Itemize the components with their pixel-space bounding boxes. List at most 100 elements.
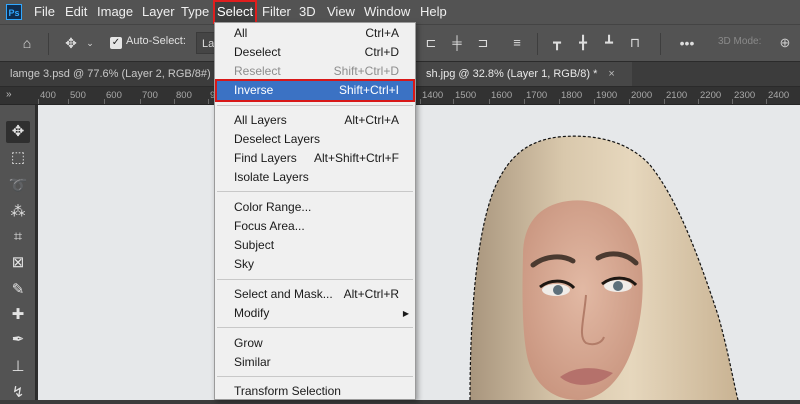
ruler-tick: 2200 bbox=[700, 90, 722, 101]
align-right-icon[interactable]: ⊐ bbox=[474, 33, 492, 53]
menu-item-subject[interactable]: Subject bbox=[217, 236, 413, 255]
menu-item-shortcut: Shift+Ctrl+D bbox=[333, 64, 399, 78]
menu-item-shortcut: Ctrl+D bbox=[364, 45, 399, 59]
move-tool-icon[interactable]: ✥ bbox=[6, 121, 30, 143]
menu-item-label: Find Layers bbox=[234, 151, 297, 165]
divider bbox=[660, 33, 661, 55]
distribute-vertical-icon[interactable]: ⊓ bbox=[626, 33, 644, 53]
healing-brush-tool-icon[interactable]: ✚ bbox=[6, 304, 30, 326]
ruler-tick: 1800 bbox=[561, 90, 583, 101]
menu-item-transform-selection[interactable]: Transform Selection bbox=[217, 382, 413, 401]
ruler-tick: 800 bbox=[176, 90, 192, 101]
submenu-arrow-icon: ▶ bbox=[402, 309, 409, 318]
menu-separator bbox=[217, 105, 413, 106]
menu-item-inverse[interactable]: Inverse Shift+Ctrl+I bbox=[215, 79, 415, 102]
ruler-tick: 1400 bbox=[422, 90, 444, 101]
distribute-icon[interactable]: ≡ bbox=[508, 33, 526, 53]
menu-filter[interactable]: Filter bbox=[258, 0, 295, 24]
menu-3d[interactable]: 3D bbox=[295, 0, 320, 24]
auto-select-checkbox[interactable]: ✓ bbox=[110, 37, 122, 49]
menu-item-sky[interactable]: Sky bbox=[217, 255, 413, 274]
frame-tool-icon[interactable]: ⊠ bbox=[6, 252, 30, 274]
tools-panel: ✥ ⬚ ➰ ⁂ ⌗ ⊠ ✎ ✚ ✒ ⊥ ↯ bbox=[0, 105, 36, 401]
history-brush-tool-icon[interactable]: ↯ bbox=[6, 382, 30, 404]
menu-item-label: Grow bbox=[234, 336, 263, 350]
menu-item-deselect[interactable]: Deselect Ctrl+D bbox=[217, 43, 413, 62]
menu-item-label: Sky bbox=[234, 257, 255, 271]
menu-item-all[interactable]: All Ctrl+A bbox=[217, 24, 413, 43]
menu-edit[interactable]: Edit bbox=[61, 0, 91, 24]
eyedropper-tool-icon[interactable]: ✎ bbox=[6, 279, 30, 301]
move-icon[interactable]: ✥ bbox=[60, 33, 82, 53]
document-canvas[interactable] bbox=[38, 105, 800, 400]
align-center-icon[interactable]: ╪ bbox=[448, 33, 466, 53]
photoshop-logo: Ps bbox=[6, 4, 22, 20]
tab-document-1[interactable]: lamge 3.psd @ 77.6% (Layer 2, RGB/8#) bbox=[0, 62, 224, 86]
ruler-tick: 2000 bbox=[631, 90, 653, 101]
menu-layer[interactable]: Layer bbox=[138, 0, 179, 24]
menu-item-isolate-layers[interactable]: Isolate Layers bbox=[217, 168, 413, 187]
menu-select[interactable]: Select bbox=[213, 0, 258, 24]
menu-window[interactable]: Window bbox=[360, 0, 414, 24]
menu-item-label: Isolate Layers bbox=[234, 170, 309, 184]
ruler-tick: 1600 bbox=[491, 90, 513, 101]
ruler-mark bbox=[664, 99, 665, 104]
ruler-tick: 400 bbox=[40, 90, 56, 101]
menu-item-all-layers[interactable]: All Layers Alt+Ctrl+A bbox=[217, 111, 413, 130]
menu-item-label: All bbox=[234, 26, 248, 40]
lasso-tool-icon[interactable]: ➰ bbox=[6, 175, 30, 197]
menu-separator bbox=[217, 376, 413, 377]
chevron-down-icon[interactable]: ⌄ bbox=[84, 33, 96, 53]
menu-item-modify[interactable]: Modify ▶ bbox=[217, 304, 413, 323]
divider bbox=[48, 33, 49, 55]
ruler-tick: 1900 bbox=[596, 90, 618, 101]
tab-document-2[interactable]: sh.jpg @ 32.8% (Layer 1, RGB/8) * × bbox=[416, 62, 632, 86]
menu-item-shortcut: Alt+Ctrl+R bbox=[343, 287, 399, 301]
marquee-tool-icon[interactable]: ⬚ bbox=[6, 147, 30, 169]
menu-item-label: Focus Area... bbox=[234, 219, 305, 233]
menu-item-grow[interactable]: Grow bbox=[217, 334, 413, 353]
tab-label: lamge 3.psd @ 77.6% (Layer 2, RGB/8#) bbox=[10, 68, 211, 80]
menu-help[interactable]: Help bbox=[416, 0, 451, 24]
menu-item-shortcut: Alt+Shift+Ctrl+F bbox=[313, 151, 399, 165]
menu-item-label: Color Range... bbox=[234, 200, 312, 214]
menu-separator bbox=[217, 191, 413, 192]
panel-expand-icon[interactable]: » bbox=[6, 89, 12, 100]
align-middle-icon[interactable]: ╋ bbox=[574, 33, 592, 53]
menu-image[interactable]: Image bbox=[93, 0, 137, 24]
3d-orbit-icon[interactable]: ⊕ bbox=[774, 33, 796, 53]
ruler-tick: 2400 bbox=[768, 90, 790, 101]
menu-item-select-and-mask[interactable]: Select and Mask... Alt+Ctrl+R bbox=[217, 285, 413, 304]
menu-type[interactable]: Type bbox=[177, 0, 213, 24]
menu-item-label: Select and Mask... bbox=[234, 287, 333, 301]
align-bottom-icon[interactable]: ┻ bbox=[600, 33, 618, 53]
ruler-tick: 1700 bbox=[526, 90, 548, 101]
menu-item-focus-area[interactable]: Focus Area... bbox=[217, 217, 413, 236]
align-top-icon[interactable]: ┳ bbox=[548, 33, 566, 53]
crop-tool-icon[interactable]: ⌗ bbox=[6, 226, 30, 248]
menu-view[interactable]: View bbox=[323, 0, 359, 24]
ruler-mark bbox=[559, 99, 560, 104]
ruler-mark bbox=[594, 99, 595, 104]
ruler-tick: 700 bbox=[142, 90, 158, 101]
ruler-mark bbox=[140, 99, 141, 104]
ruler-mark bbox=[524, 99, 525, 104]
menu-separator bbox=[217, 279, 413, 280]
menu-item-label: Inverse bbox=[234, 83, 274, 97]
menu-file[interactable]: File bbox=[30, 0, 59, 24]
menu-item-similar[interactable]: Similar bbox=[217, 353, 413, 372]
menu-item-deselect-layers[interactable]: Deselect Layers bbox=[217, 130, 413, 149]
ruler-mark bbox=[629, 99, 630, 104]
menu-item-color-range[interactable]: Color Range... bbox=[217, 198, 413, 217]
close-icon[interactable]: × bbox=[608, 68, 614, 80]
menu-item-find-layers[interactable]: Find Layers Alt+Shift+Ctrl+F bbox=[217, 149, 413, 168]
magic-wand-tool-icon[interactable]: ⁂ bbox=[6, 201, 30, 223]
clone-stamp-tool-icon[interactable]: ⊥ bbox=[6, 356, 30, 378]
ruler-tick: 1500 bbox=[455, 90, 477, 101]
ruler-mark bbox=[208, 99, 209, 104]
ruler-tick: 500 bbox=[70, 90, 86, 101]
more-options-icon[interactable]: ••• bbox=[676, 33, 698, 53]
brush-tool-icon[interactable]: ✒ bbox=[6, 329, 30, 351]
home-icon[interactable]: ⌂ bbox=[16, 33, 38, 53]
align-left-icon[interactable]: ⊏ bbox=[422, 33, 440, 53]
